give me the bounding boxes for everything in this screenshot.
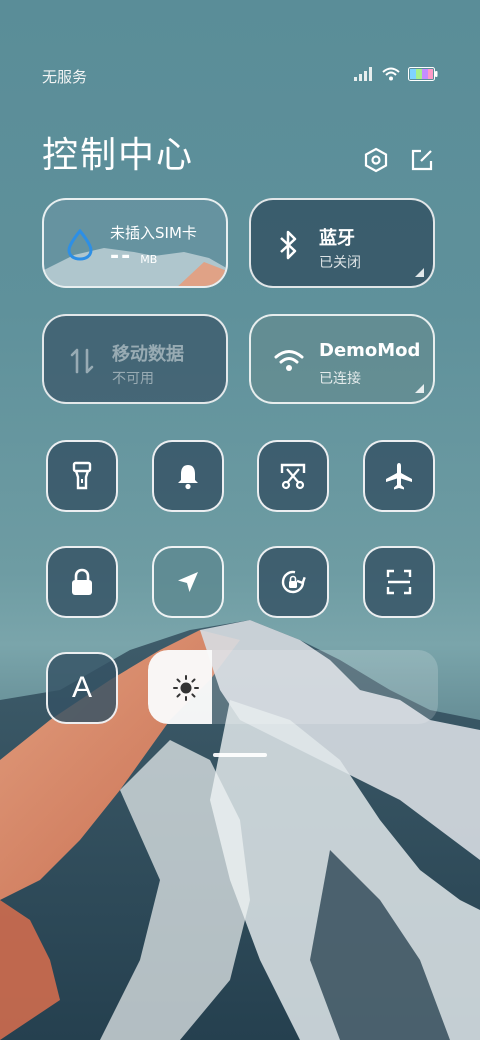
settings-button[interactable] [362, 146, 390, 174]
scan-icon [386, 569, 412, 595]
wifi-tile-icon [273, 345, 305, 377]
home-indicator[interactable] [213, 753, 267, 757]
mobile-data-label: 移动数据 [112, 344, 184, 365]
sim-status-label: 未插入SIM卡 [110, 224, 197, 242]
lock-icon [72, 568, 92, 595]
screenshot-icon [280, 463, 306, 490]
wifi-tile[interactable]: DemoMod 已连接 [249, 314, 435, 404]
status-icons [354, 66, 438, 85]
font-size-button[interactable]: A [46, 652, 118, 724]
screenshot-toggle[interactable] [257, 440, 329, 512]
scanner-toggle[interactable] [363, 546, 435, 618]
wifi-status: 已连接 [319, 371, 361, 387]
settings-icon [364, 147, 388, 173]
brightness-icon [173, 675, 199, 701]
expand-corner-icon [415, 268, 424, 277]
bluetooth-tile[interactable]: 蓝牙 已关闭 [249, 198, 435, 288]
mobile-data-tile[interactable]: 移动数据 不可用 [42, 314, 228, 404]
data-transfer-icon [66, 345, 98, 377]
location-toggle[interactable] [152, 546, 224, 618]
location-icon [178, 572, 198, 592]
carrier-status: 无服务 [42, 68, 88, 86]
edit-button[interactable] [408, 146, 436, 174]
rotation-lock-icon [281, 570, 306, 594]
ring-toggle[interactable] [152, 440, 224, 512]
page-title: 控制中心 [42, 135, 195, 176]
rotation-lock-toggle[interactable] [257, 546, 329, 618]
bluetooth-label: 蓝牙 [319, 228, 355, 249]
bluetooth-status: 已关闭 [319, 255, 361, 271]
screen-lock-toggle[interactable] [46, 546, 118, 618]
water-drop-icon [64, 229, 96, 261]
flashlight-icon [72, 461, 92, 490]
airplane-mode-toggle[interactable] [363, 440, 435, 512]
sim-usage-tile[interactable]: 未插入SIM卡 -- MB [42, 198, 228, 288]
data-usage-unit: MB [140, 253, 158, 266]
wifi-icon [382, 66, 400, 85]
brightness-slider[interactable] [148, 650, 438, 724]
signal-icon [354, 66, 374, 85]
wifi-network-name: DemoMod [319, 340, 421, 361]
data-usage-readout: -- MB [110, 244, 157, 269]
mobile-data-status: 不可用 [112, 371, 154, 387]
data-usage-value: -- [110, 244, 133, 269]
flashlight-toggle[interactable] [46, 440, 118, 512]
bluetooth-icon [273, 229, 305, 261]
edit-icon [411, 149, 433, 171]
battery-icon [408, 66, 438, 85]
airplane-icon [386, 463, 412, 490]
bell-icon [178, 465, 198, 490]
font-size-label: A [71, 671, 92, 704]
expand-corner-icon [415, 384, 424, 393]
